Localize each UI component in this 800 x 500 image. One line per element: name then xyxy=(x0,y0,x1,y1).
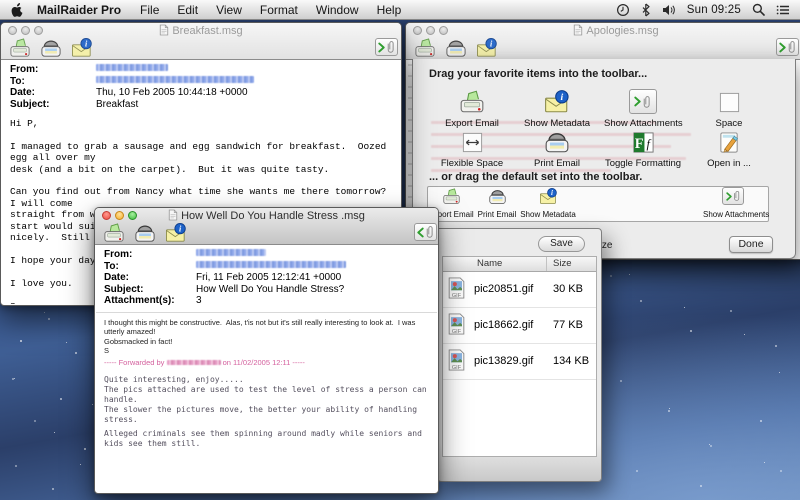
quoted-body: Quite interesting, enjoy..... The pics a… xyxy=(96,367,437,425)
window-title: How Well Do You Handle Stress .msg xyxy=(125,209,408,222)
minimize-button[interactable] xyxy=(426,26,435,35)
show-metadata-icon xyxy=(518,188,578,205)
print-email-button[interactable] xyxy=(39,37,63,58)
stress-content: From: To: Date:Fri, 11 Feb 2005 12:12:41… xyxy=(96,245,437,492)
attachments-drawer: Save Name Size GIF pic20851.gif 30 KB GI… xyxy=(437,228,602,482)
minimize-button[interactable] xyxy=(21,26,30,35)
window-stress: How Well Do You Handle Stress .msg From:… xyxy=(94,207,439,494)
apologies-toolbar xyxy=(413,37,800,58)
show-attachments-icon xyxy=(703,188,763,205)
app-menu-title[interactable]: MailRaider Pro xyxy=(37,3,121,17)
window-apologies: Apologies.msg Drag your favorite items i… xyxy=(405,22,800,260)
open-in-icon xyxy=(690,127,768,154)
date-value: Fri, 11 Feb 2005 12:12:41 +0000 xyxy=(196,272,341,284)
window-title: Apologies.msg xyxy=(436,24,796,37)
quoted-body: Alleged criminals see them spinning arou… xyxy=(96,425,437,449)
save-attachments-button[interactable]: Save xyxy=(538,236,585,252)
menu-clock[interactable]: Sun 09:25 xyxy=(687,4,741,16)
spotlight-icon[interactable] xyxy=(752,3,765,16)
breakfast-title-bar[interactable]: Breakfast.msg xyxy=(1,23,401,60)
show-metadata-button[interactable] xyxy=(475,37,499,58)
stress-title-bar[interactable]: How Well Do You Handle Stress .msg xyxy=(95,208,438,245)
desktop-stars xyxy=(20,340,22,342)
subject-value: Breakfast xyxy=(96,99,138,111)
show-attachments-toggle[interactable] xyxy=(776,38,799,56)
close-button[interactable] xyxy=(8,26,17,35)
attachment-row[interactable]: GIF pic20851.gif 30 KB xyxy=(443,272,596,308)
message-headers: From: To: Date:Thu, 10 Feb 2005 10:44:18… xyxy=(2,60,400,110)
show-attachments-toggle[interactable] xyxy=(375,38,398,56)
print-email-icon xyxy=(518,127,596,154)
hide-attachments-toggle[interactable] xyxy=(414,223,437,241)
redacted-forwarder xyxy=(167,360,221,365)
export-email-icon xyxy=(433,87,511,114)
flexible-space-icon xyxy=(433,127,511,154)
menu-list-icon[interactable] xyxy=(776,4,790,16)
date-value: Thu, 10 Feb 2005 10:44:18 +0000 xyxy=(96,87,248,99)
palette-item-toggle-formatting[interactable]: Toggle Formatting xyxy=(604,127,682,169)
attachments-list: Name Size GIF pic20851.gif 30 KB GIF pic… xyxy=(442,256,597,457)
forwarded-line: ----- Forwarded by on 11/02/2005 12:11 -… xyxy=(96,357,437,367)
palette-item-print-email[interactable]: Print Email xyxy=(518,127,596,169)
show-metadata-button[interactable] xyxy=(164,222,188,243)
menu-bar: MailRaider Pro File Edit View Format Win… xyxy=(0,0,800,20)
column-size[interactable]: Size xyxy=(553,258,571,269)
message-intro: I thought this might be constructive. Al… xyxy=(96,313,437,357)
palette-item-show-metadata[interactable]: Show Metadata xyxy=(518,87,596,129)
show-metadata-button[interactable] xyxy=(70,37,94,58)
menu-edit[interactable]: Edit xyxy=(177,3,198,17)
column-name[interactable]: Name xyxy=(477,258,502,269)
show-attachments-icon xyxy=(604,87,682,114)
sheet-default-instruction: ... or drag the default set into the too… xyxy=(429,171,642,183)
redacted-from-address xyxy=(96,64,168,71)
menu-view[interactable]: View xyxy=(216,3,242,17)
message-headers: From: To: Date:Fri, 11 Feb 2005 12:12:41… xyxy=(96,245,437,307)
show-metadata-icon xyxy=(518,87,596,114)
sheet-instruction: Drag your favorite items into the toolba… xyxy=(429,68,647,80)
close-button[interactable] xyxy=(102,211,111,220)
stress-toolbar xyxy=(102,222,433,243)
column-divider xyxy=(546,257,547,271)
time-machine-icon[interactable] xyxy=(616,3,630,17)
attachment-row[interactable]: GIF pic13829.gif 134 KB xyxy=(443,344,596,380)
subject-value: How Well Do You Handle Stress? xyxy=(196,284,344,296)
apologies-title-bar[interactable]: Apologies.msg xyxy=(406,23,800,60)
default-toolbar-set: Export Email Print Email Show Metadata S… xyxy=(427,186,769,222)
bluetooth-icon[interactable] xyxy=(641,3,651,17)
redacted-to-address xyxy=(196,261,346,268)
minimize-button[interactable] xyxy=(115,211,124,220)
window-title: Breakfast.msg xyxy=(31,24,371,37)
attachments-list-header: Name Size xyxy=(443,257,596,272)
default-item-show-metadata[interactable]: Show Metadata xyxy=(518,188,578,220)
desktop-stars xyxy=(44,312,45,313)
volume-icon[interactable] xyxy=(662,4,676,16)
print-email-button[interactable] xyxy=(444,37,468,58)
print-email-button[interactable] xyxy=(133,222,157,243)
menu-window[interactable]: Window xyxy=(316,3,359,17)
attachment-row[interactable]: GIF pic18662.gif 77 KB xyxy=(443,308,596,344)
export-email-button[interactable] xyxy=(102,222,126,243)
menu-help[interactable]: Help xyxy=(377,3,402,17)
breakfast-toolbar xyxy=(8,37,396,58)
palette-item-show-attachments[interactable]: Show Attachments xyxy=(604,87,682,129)
default-item-show-attachments[interactable]: Show Attachments xyxy=(703,188,763,220)
palette-item-open-in[interactable]: Open in ... xyxy=(690,127,768,169)
redacted-from-address xyxy=(196,249,266,256)
space-icon xyxy=(690,87,768,114)
toggle-formatting-icon xyxy=(604,127,682,154)
export-email-button[interactable] xyxy=(413,37,437,58)
palette-item-export-email[interactable]: Export Email xyxy=(433,87,511,129)
done-button[interactable]: Done xyxy=(729,236,773,253)
menu-format[interactable]: Format xyxy=(260,3,298,17)
palette-item-flexible-space[interactable]: Flexible Space xyxy=(433,127,511,169)
palette-item-space[interactable]: Space xyxy=(690,87,768,129)
apple-menu-icon[interactable] xyxy=(10,2,25,17)
attachments-count: 3 xyxy=(196,295,202,307)
close-button[interactable] xyxy=(413,26,422,35)
menu-file[interactable]: File xyxy=(140,3,159,17)
redacted-to-address xyxy=(96,76,254,83)
export-email-button[interactable] xyxy=(8,37,32,58)
desktop: MailRaider Pro File Edit View Format Win… xyxy=(0,0,800,500)
